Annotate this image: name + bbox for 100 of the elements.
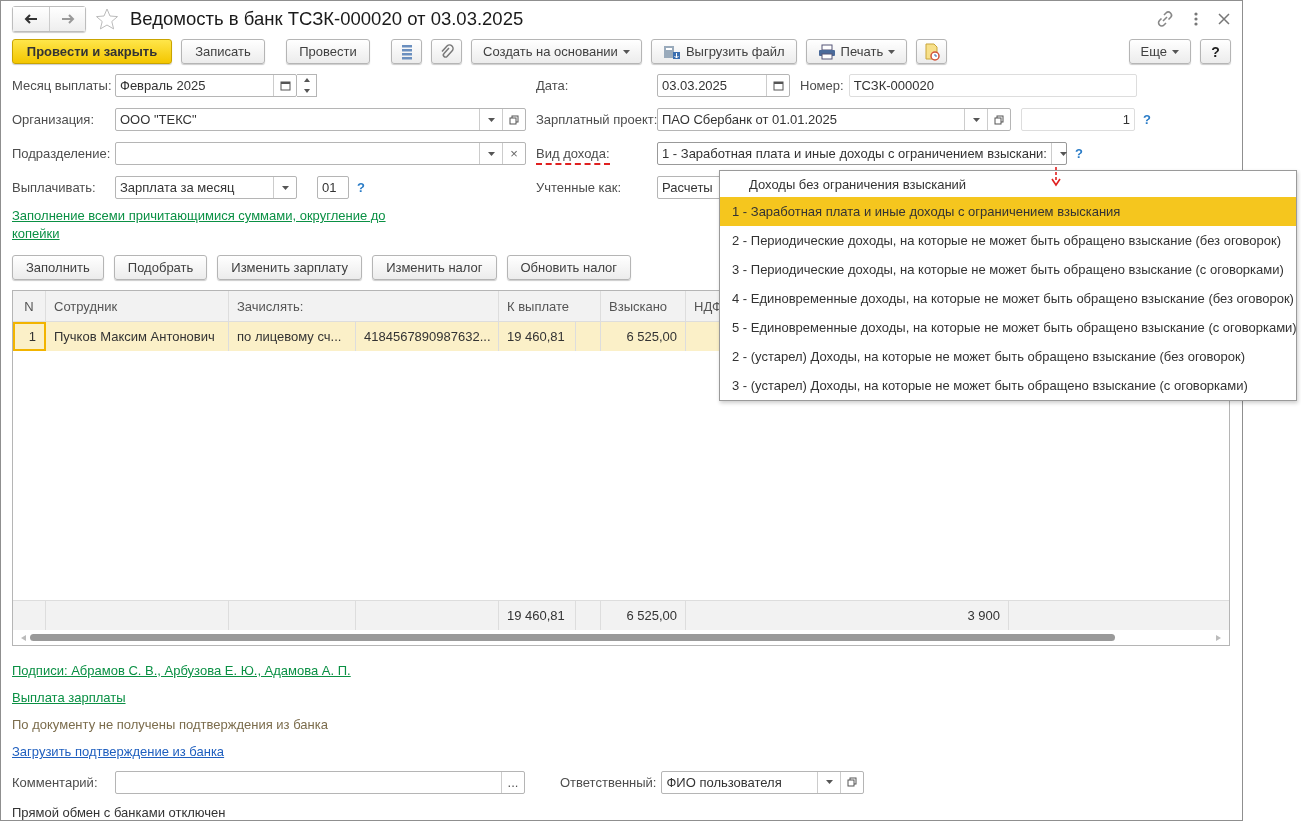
caret-icon [281,185,289,190]
open-form-icon [847,777,858,787]
export-file-button[interactable]: Выгрузить файл [650,39,797,64]
field-label: Дата: [536,78,570,93]
column-header[interactable]: Сотрудник [46,291,229,321]
table-cell: Пучков Максим Антонович [46,322,229,351]
paperclip-icon [439,43,454,60]
field-label: Выплачивать: [12,180,97,195]
caret-icon [1059,151,1067,156]
pay-type-field[interactable]: Зарплата за месяц [115,176,297,199]
dropdown-item[interactable]: 3 - Периодические доходы, на которые не может быть обращено взыскание (с оговорками) [720,255,1296,284]
post-and-close-button[interactable]: Провести и закрыть [12,39,172,64]
field-label: Номер: [800,78,844,93]
caret-icon [888,49,896,54]
table-command-button[interactable]: Изменить зарплату [217,255,363,280]
caret-icon [1172,49,1179,54]
window-title: Ведомость в банк ТСЗК-000020 от 03.03.2025 [130,8,524,30]
field-label: Месяц выплаты: [12,78,113,93]
column-header[interactable]: К выплате [499,291,601,321]
list-button[interactable] [391,39,422,64]
table-cell: 19 460,81 [499,322,576,351]
field-label: Учтенные как: [536,180,623,195]
table-command-button[interactable]: Подобрать [113,255,208,280]
table-cell: 1 [13,322,46,351]
calendar-icon [279,80,291,91]
field-label: Ответственный: [560,774,657,790]
clear-button[interactable]: × [502,143,525,164]
table-command-button[interactable]: Изменить налог [372,255,497,280]
dropdown-item[interactable]: 2 - Периодические доходы, на которые не может быть обращено взыскание (без оговорок) [720,226,1296,255]
bank-status-text: По документу не получены подтверждения из банка [12,717,328,732]
dropdown-item[interactable]: 1 - Заработная плата и иные доходы с ограничением взыскания [720,197,1296,226]
help-link[interactable]: ? [357,180,365,195]
dropdown-item[interactable]: Доходы без ограничения взысканий [720,171,1296,197]
salary-payment-link[interactable]: Выплата зарплаты [12,690,126,705]
dropdown-item[interactable]: 4 - Единовременные доходы, на которые не может быть обращено взыскание (без оговорок) [720,284,1296,313]
post-button[interactable]: Провести [286,39,370,64]
column-header[interactable]: Зачислять: [229,291,499,321]
create-based-on-button[interactable]: Создать на основании [471,39,642,64]
comment-field[interactable]: ... [115,770,525,794]
table-cell: 6 525,00 [601,322,686,351]
table-command-button[interactable]: Обновить налог [506,255,632,280]
document-clock-icon [923,42,940,61]
total-cell: 19 460,81 [499,601,576,630]
more-button[interactable]: Еще [1128,39,1191,64]
save-button[interactable]: Записать [181,39,265,64]
calendar-icon [772,80,784,91]
up-arrow-icon [303,78,310,83]
attach-button[interactable] [431,39,462,64]
caret-icon [825,780,833,784]
export-icon [662,43,681,60]
caret-icon [622,49,630,54]
responsible-field[interactable]: ФИО пользователя [661,770,865,794]
department-field[interactable]: × [115,142,526,165]
table-cell: 4184567890987632... [356,322,499,351]
dropdown-item[interactable]: 3 - (устарел) Доходы, на которые не может быть обращено взыскание (с оговорками) [720,371,1296,400]
field-label: Подразделение: [12,146,112,161]
help-link[interactable]: ? [1075,146,1083,161]
more-icon[interactable] [1194,11,1198,27]
number-field[interactable]: ТСЗК-000020 [848,74,1137,97]
total-cell: 6 525,00 [601,601,686,630]
field-label: Зарплатный проект: [536,112,657,127]
load-confirmation-link[interactable]: Загрузить подтверждение из банка [12,744,225,759]
spin-button[interactable] [297,74,317,97]
down-arrow-icon [303,88,310,93]
column-header[interactable]: N [13,291,46,321]
caret-icon [487,151,495,156]
count-field[interactable]: 1 [1021,108,1135,131]
table-command-button[interactable]: Заполнить [12,255,104,280]
bank-exchange-note: Прямой обмен с банками отключен [12,805,226,820]
select-button[interactable]: ... [501,771,524,793]
print-button[interactable]: Печать [805,39,908,64]
printer-icon [817,43,836,60]
forward-arrow-icon [60,14,75,24]
back-button[interactable] [13,7,49,31]
close-icon[interactable] [1218,13,1230,25]
open-form-icon [994,114,1004,125]
income-type-field[interactable]: 1 - Заработная плата и иные доходы с ограничением взыскани: [657,142,1067,165]
total-cell: 3 900 [686,601,1009,630]
list-icon [400,43,413,60]
date-field[interactable]: 03.03.2025 [657,74,790,97]
open-form-icon [509,114,519,125]
month-field[interactable]: Февраль 2025 [115,74,297,97]
signatures-link[interactable]: Подписи: Абрамов С. В., Арбузова Е. Ю., Адамова А. П. [12,663,351,678]
document-button[interactable] [916,39,948,64]
table-cell: по лицевому сч... [229,322,356,351]
back-arrow-icon [24,14,38,24]
organization-field[interactable]: ООО "ТЕКС" [115,108,526,131]
help-button[interactable]: ? [1200,39,1231,64]
caret-icon [487,117,495,122]
help-link[interactable]: ? [1143,112,1151,127]
pay-number-field[interactable]: 01 [317,176,349,199]
salary-project-field[interactable]: ПАО Сбербанк от 01.01.2025 [657,108,1011,131]
field-label: Организация: [12,112,96,127]
link-icon[interactable] [1156,10,1174,28]
caret-icon [972,117,980,122]
column-header[interactable]: Взыскано [601,291,686,321]
star-icon[interactable] [96,8,118,30]
fill-mode-link[interactable]: Заполнение всеми причитающимися суммами, округление до копейки [12,207,402,243]
field-label: Комментарий: [12,774,99,790]
field-label: Вид дохода: [536,146,610,165]
